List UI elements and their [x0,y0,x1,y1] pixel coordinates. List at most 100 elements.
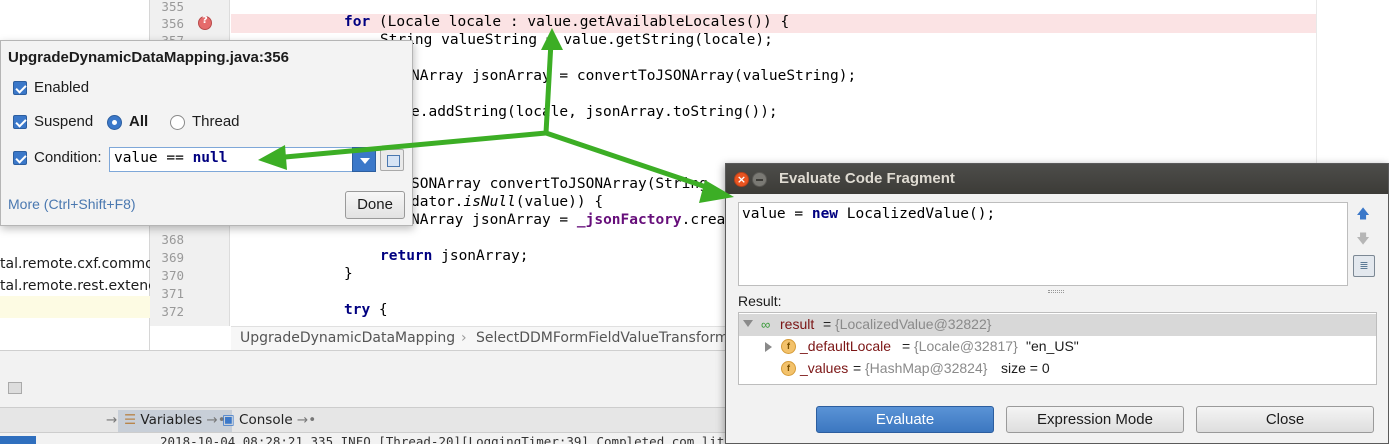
line-number: 356 [161,16,184,31]
suspend-label[interactable]: Suspend [34,113,93,130]
window-close-icon[interactable]: × [734,172,749,187]
tree-row-result[interactable]: ∞ result = {LocalizedValue@32822} [739,314,1376,336]
project-tree-item[interactable]: tal.remote.rest.extenc [0,278,156,294]
suspend-thread-label[interactable]: Thread [192,113,240,130]
expression-mode-button[interactable]: Expression Mode [1006,406,1184,433]
watch-result-icon: ∞ [761,317,771,332]
tree-node-name: _defaultLocale [800,338,892,354]
enabled-label[interactable]: Enabled [34,79,89,96]
suspend-all-label[interactable]: All [129,113,148,130]
breakpoint-properties-popup: UpgradeDynamicDataMapping.java:356 Enabl… [0,40,413,226]
field-icon: f [781,361,796,376]
condition-input[interactable]: value == null [109,147,353,172]
code-fragment-editor[interactable]: value = new LocalizedValue(); [738,202,1348,286]
line-number: 371 [161,286,184,301]
fragment-text: value = [742,206,812,222]
result-label: Result: [738,293,782,309]
code-method: isNull [463,194,516,210]
line-number: 368 [161,232,184,247]
variables-icon: ☰ [124,412,141,428]
condition-keyword: null [192,150,228,166]
condition-label[interactable]: Condition: [34,149,102,166]
evaluate-button[interactable]: Evaluate [816,406,994,433]
tree-node-ref: {Locale@32817} [914,338,1018,354]
line-number: 369 [161,250,184,265]
line-number: 370 [161,268,184,283]
popup-title: UpgradeDynamicDataMapping.java:356 [8,49,289,66]
code-line-359: NArray jsonArray = convertToJSONArray(va… [411,68,857,84]
fragment-text: LocalizedValue(); [838,206,996,222]
tree-node-ref: {LocalizedValue@32822} [835,316,992,332]
tab-console[interactable]: ▣ Console →• [216,410,322,432]
code-text: NArray jsonArray = [411,212,577,228]
tab-variables[interactable]: ☰ Variables →• [118,410,232,432]
line-number: 372 [161,304,184,319]
expand-arrow-icon[interactable] [765,342,772,352]
layout-icon[interactable] [8,382,22,394]
code-line-365: SONArray convertToJSONArray(String [411,176,708,192]
fragment-keyword: new [811,206,839,222]
code-keyword: for [344,14,371,30]
tree-row-field[interactable]: f _defaultLocale = {Locale@32817} "en_US… [739,336,1376,358]
code-line-369: return jsonArray; [380,248,528,264]
field-icon: f [781,339,796,354]
code-line-357: String valueString = value.getString(loc… [380,32,773,48]
breadcrumb-item-class[interactable]: UpgradeDynamicDataMapping [240,330,455,346]
line-number: 355 [161,0,184,14]
history-list-icon[interactable]: ≣ [1353,255,1375,277]
tree-node-name: _values [800,360,849,376]
evaluate-code-fragment-dialog: × Evaluate Code Fragment value = new Loc… [725,163,1389,444]
code-text: jsonArray; [432,248,529,264]
code-line-367: NArray jsonArray = _jsonFactory.crea [411,212,725,228]
result-tree[interactable]: ∞ result = {LocalizedValue@32822} f _def… [738,312,1377,385]
close-button[interactable]: Close [1196,406,1374,433]
project-tree-selection [0,296,150,318]
code-line-372: try { [344,302,388,318]
code-field: _jsonFactory [576,212,682,228]
history-down-icon[interactable]: 🡇 [1353,230,1373,250]
code-text: (value)) { [515,194,604,210]
suspend-checkbox[interactable] [13,115,27,129]
condition-checkbox[interactable] [13,151,27,165]
tree-node-equals: = [853,360,862,376]
more-link[interactable]: More (Ctrl+Shift+F8) [8,196,136,212]
tree-node-value: size = 0 [1001,360,1050,376]
tree-node-equals: = [823,316,832,332]
window-minimize-icon[interactable] [752,172,767,187]
tab-console-label: Console [239,412,293,428]
enabled-checkbox[interactable] [13,81,27,95]
done-button[interactable]: Done [345,191,405,219]
code-keyword: return [380,248,433,264]
collapse-arrow-icon[interactable] [743,320,753,327]
suspend-all-radio[interactable] [107,115,122,130]
code-text: (Locale locale : value.getAvailableLocal… [370,14,790,30]
resize-grip[interactable] [1048,290,1064,293]
console-icon: ▣ [222,412,240,428]
tab-variables-label: Variables [140,412,203,428]
breadcrumb-separator: › [461,330,467,346]
code-line-356: for (Locale locale : value.getAvailableL… [344,14,789,30]
code-text: dator. [411,194,464,210]
suspend-thread-radio[interactable] [170,115,185,130]
dialog-titlebar[interactable]: × Evaluate Code Fragment [726,164,1388,194]
expand-editor-icon[interactable] [380,149,404,171]
pin-icon: →• [292,412,317,428]
condition-text: value == [114,150,193,166]
tree-node-equals: = [902,338,911,354]
conditional-breakpoint-icon[interactable] [198,15,212,30]
status-indicator [0,436,36,444]
breadcrumb-item-method[interactable]: SelectDDMFormFieldValueTransform [476,330,729,346]
tree-node-value: "en_US" [1026,338,1079,354]
tree-node-ref: {HashMap@32824} [865,360,988,376]
code-line-366: dator.isNull(value)) { [411,194,603,210]
code-line-370: } [344,266,353,282]
project-tree-item[interactable]: tal.remote.cxf.commo [0,256,154,272]
dialog-title: Evaluate Code Fragment [779,170,955,187]
tree-row-field[interactable]: f _values = {HashMap@32824} size = 0 [739,358,1376,380]
console-log-line: 2018-10-04 08:28:21.335 INFO [Thread-20]… [160,434,755,444]
code-keyword: try [344,302,371,318]
history-up-icon[interactable]: 🡅 [1353,205,1373,225]
condition-history-dropdown[interactable] [352,147,376,172]
tree-node-name: result [780,316,815,332]
code-line-361: e.addString(locale, jsonArray.toString()… [411,104,778,120]
